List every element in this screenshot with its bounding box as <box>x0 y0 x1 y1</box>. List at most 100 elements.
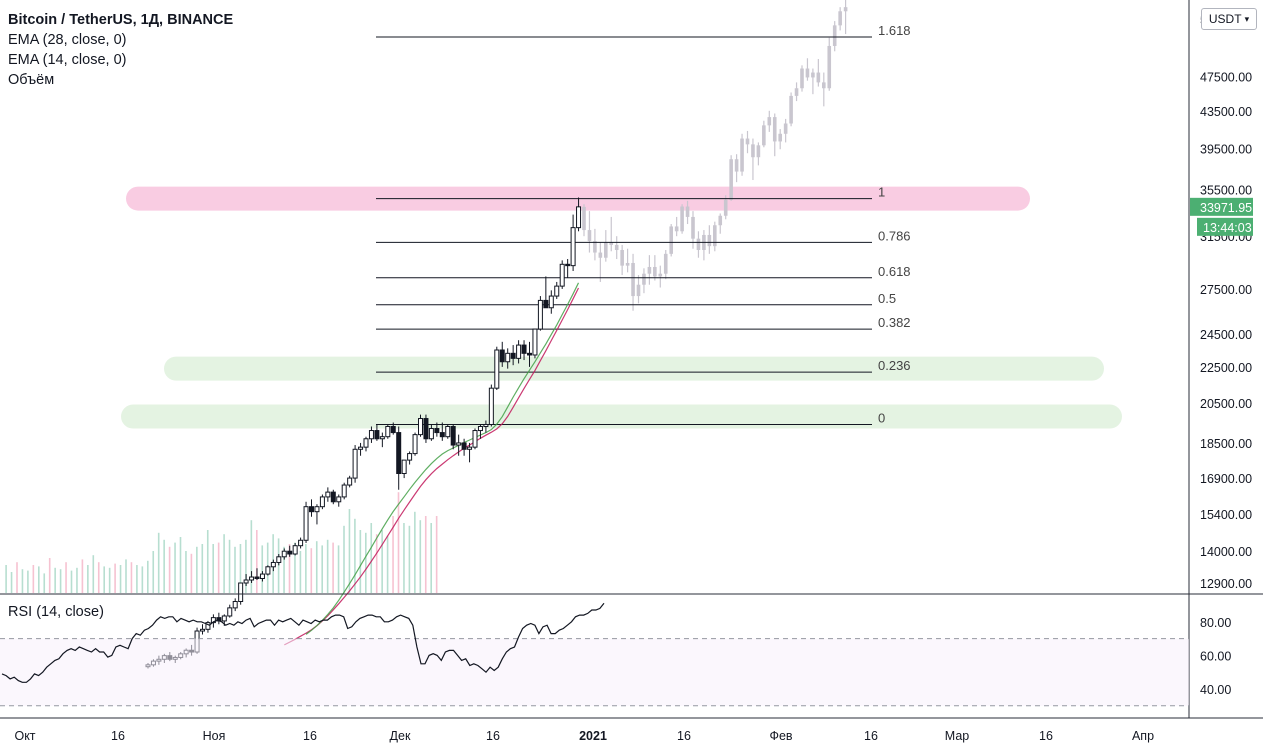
volume-bar <box>310 548 313 593</box>
volume-bar <box>261 545 264 593</box>
volume-bar <box>326 539 329 593</box>
candle-body <box>341 484 347 498</box>
candle-body <box>423 418 429 440</box>
currency-button[interactable]: USDT ▾ <box>1201 8 1257 30</box>
volume-bar <box>430 523 432 593</box>
candle-body <box>232 601 238 609</box>
ghost-body <box>756 145 761 158</box>
volume-bar <box>38 566 40 593</box>
time-tick-label: 16 <box>1039 729 1053 743</box>
volume-legend[interactable]: Объём <box>8 70 233 90</box>
candle-body <box>238 582 244 603</box>
time-tick-label: Мар <box>945 729 970 743</box>
ghost-body <box>718 215 723 226</box>
ghost-body <box>631 262 635 297</box>
candle-body <box>243 579 249 584</box>
volume-bar <box>403 523 405 593</box>
volume-bar <box>185 551 187 593</box>
ghost-body <box>587 230 592 242</box>
candle-body <box>428 428 434 440</box>
volume-bar <box>163 539 165 593</box>
volume-bars <box>5 492 438 593</box>
fib-level-label: 1.618 <box>878 23 911 38</box>
chart-canvas[interactable]: 1.61810.7860.6180.50.3820.2360 12900.001… <box>0 0 1263 753</box>
candle-body <box>396 432 402 475</box>
ghost-body <box>653 266 657 277</box>
candle-body <box>548 295 554 309</box>
candle-body <box>368 430 374 440</box>
rsi-tick-label: 80.00 <box>1200 616 1231 630</box>
candle-body <box>559 263 565 287</box>
volume-bar <box>348 509 351 593</box>
ghost-body <box>794 88 799 96</box>
ghost-body <box>734 159 739 172</box>
volume-bar <box>223 534 225 593</box>
price-tick-label: 27500.00 <box>1200 283 1252 297</box>
volume-bar <box>337 545 340 593</box>
ghost-body <box>800 68 804 89</box>
candle-body <box>554 285 560 297</box>
ema28-legend[interactable]: EMA (28, close, 0) <box>8 30 233 50</box>
time-tick-label: 16 <box>677 729 691 743</box>
volume-bar <box>343 525 345 593</box>
price-tick-label: 12900.00 <box>1200 577 1252 591</box>
volume-bar <box>397 492 400 593</box>
ghost-body <box>838 11 842 26</box>
candle-body <box>494 349 500 389</box>
time-tick-label: Дек <box>390 729 411 743</box>
candle-body <box>401 459 407 475</box>
candle-body <box>521 344 527 354</box>
symbol-title[interactable]: Bitcoin / TetherUS, 1Д, BINANCE <box>8 10 233 30</box>
volume-bar <box>125 559 127 593</box>
candle-body <box>287 550 293 555</box>
ghost-body <box>614 244 619 250</box>
volume-bar <box>375 534 378 593</box>
ghost-body <box>647 266 652 274</box>
volume-bar <box>168 546 171 593</box>
ghost-body <box>832 25 837 46</box>
volume-bar <box>190 553 193 593</box>
price-badge: 33971.95 13:44:03 <box>1190 197 1253 236</box>
rsi-band <box>0 638 1189 706</box>
candle-body <box>298 539 304 547</box>
rsi-panel: 40.00 60.00 80.00 <box>0 602 1231 707</box>
ghost-body <box>680 206 684 232</box>
candle-body <box>379 436 385 440</box>
volume-bar <box>130 562 133 593</box>
last-price-label: 33971.95 <box>1200 201 1252 215</box>
volume-bar <box>48 558 51 593</box>
volume-bar <box>76 567 78 593</box>
candle-body <box>330 491 336 503</box>
ghost-body <box>669 226 673 254</box>
volume-bar <box>179 537 182 593</box>
candle-body <box>418 418 423 436</box>
ghost-body <box>789 95 793 124</box>
candle-body <box>461 442 467 450</box>
price-tick-label: 22500.00 <box>1200 361 1252 375</box>
candle-body <box>516 344 522 359</box>
candle-body <box>265 566 271 575</box>
candle-body <box>472 430 478 448</box>
candle-body <box>576 206 582 229</box>
candle-body <box>477 425 483 432</box>
volume-bar <box>196 546 198 593</box>
time-tick-label: 16 <box>111 729 125 743</box>
volume-bar <box>27 570 29 593</box>
candle-body <box>254 576 260 580</box>
price-tick-label: 18500.00 <box>1200 437 1252 451</box>
volume-bar <box>81 559 84 593</box>
chart-legend: Bitcoin / TetherUS, 1Д, BINANCE EMA (28,… <box>8 10 233 90</box>
ghost-body <box>822 82 826 89</box>
ema14-legend[interactable]: EMA (14, close, 0) <box>8 50 233 70</box>
ghost-body <box>582 206 586 231</box>
price-tick-label: 39500.00 <box>1200 142 1252 156</box>
time-tick-label: 16 <box>486 729 500 743</box>
candle-body <box>259 573 265 580</box>
ghost-body <box>740 138 744 172</box>
ghost-body <box>745 138 750 145</box>
volume-bar <box>228 539 231 593</box>
candle-body <box>565 263 571 267</box>
price-tick-label: 20500.00 <box>1200 397 1252 411</box>
rsi-legend[interactable]: RSI (14, close) <box>8 604 104 620</box>
fib-level-label: 0.236 <box>878 358 911 373</box>
